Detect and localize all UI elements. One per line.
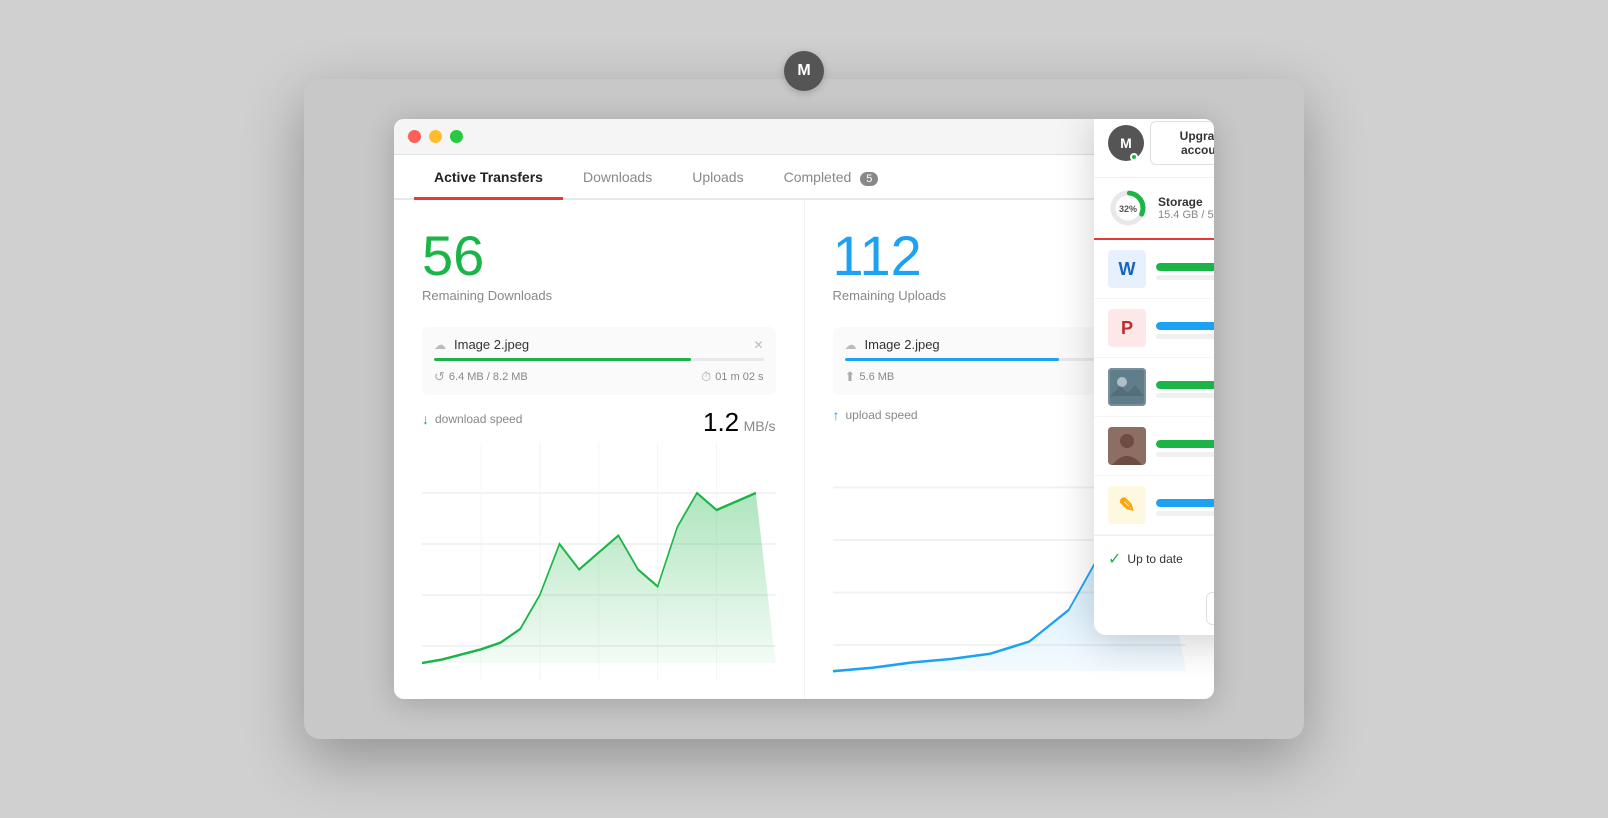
storage-item: 32% Storage 15.4 GB / 50 GB [1108, 188, 1214, 228]
mini-header: M Upgrade account 📁 ↑ ↓ ⋮ [1094, 119, 1214, 178]
minimize-window-button[interactable] [429, 130, 442, 143]
download-file-name: Image 2.jpeg [454, 337, 529, 352]
download-speed-section: ↓ download speed 1.2 MB/s [422, 407, 776, 680]
file-item-header: ☁ Image 2.jpeg ✕ [434, 337, 764, 352]
upload-progress-fill [845, 358, 1059, 361]
up-to-date-status: ✓ Up to date [1108, 549, 1214, 569]
file-info [1156, 495, 1214, 516]
check-icon: ✓ [1108, 549, 1121, 569]
list-item: ↓ [1094, 417, 1214, 476]
file-bar-4 [1156, 334, 1214, 339]
file-bar-6 [1156, 393, 1214, 398]
file-bar-7 [1156, 440, 1214, 448]
file-info [1156, 436, 1214, 457]
storage-info: Storage 15.4 GB / 50 GB [1158, 195, 1214, 221]
upload-speed-label: ↑ upload speed [833, 407, 918, 423]
file-bar-10 [1156, 511, 1214, 516]
remaining-downloads-number: 56 [422, 228, 776, 284]
word-thumb: W [1108, 250, 1146, 288]
tab-completed[interactable]: Completed 5 [764, 155, 899, 200]
file-info [1156, 318, 1214, 339]
file-type-icon: ☁ [434, 338, 446, 352]
laptop-screen: Active Transfers Downloads Uploads Compl… [304, 79, 1304, 739]
app-window: Active Transfers Downloads Uploads Compl… [394, 119, 1214, 699]
file-bar-1 [1156, 263, 1214, 271]
list-item: ✎ ↑ [1094, 476, 1214, 535]
img1-thumb [1108, 368, 1146, 406]
img2-thumb [1108, 427, 1146, 465]
mini-panel: M Upgrade account 📁 ↑ ↓ ⋮ [1094, 119, 1214, 635]
speed-header: ↓ download speed 1.2 MB/s [422, 407, 776, 438]
upload-file-size: ⬆ 5.6 MB [845, 369, 895, 385]
maximize-window-button[interactable] [450, 130, 463, 143]
download-progress-bar [434, 358, 764, 361]
close-file-button[interactable]: ✕ [753, 338, 763, 352]
tab-bar: Active Transfers Downloads Uploads Compl… [394, 155, 1214, 200]
download-progress-fill [434, 358, 691, 361]
download-speed-value: 1.2 MB/s [703, 407, 776, 438]
file-bar-3 [1156, 322, 1214, 330]
avatar: M [1108, 125, 1144, 161]
file-info [1156, 377, 1214, 398]
upgrade-button[interactable]: Upgrade account [1150, 121, 1214, 165]
file-list: W ↓ 00: P [1094, 240, 1214, 535]
laptop-shell: M Active Transfers Downloads Uploads [304, 79, 1304, 739]
remaining-downloads-label: Remaining Downloads [422, 288, 776, 303]
download-panel: 56 Remaining Downloads ☁ Image 2.jpeg ✕ [394, 200, 805, 699]
close-mini-panel: Close [1094, 582, 1214, 635]
file-meta: ↺ 6.4 MB / 8.2 MB ⏱ 01 m 02 s [434, 369, 764, 385]
upload-file-name-row: ☁ Image 2.jpeg [845, 337, 940, 352]
download-speed-label: ↓ download speed [422, 411, 522, 427]
close-button[interactable]: Close [1206, 592, 1214, 625]
upload-file-name: Image 2.jpeg [865, 337, 940, 352]
tab-uploads[interactable]: Uploads [672, 155, 763, 200]
download-chart [422, 442, 776, 680]
storage-donut: 32% [1108, 188, 1148, 228]
storage-row: 32% Storage 15.4 GB / 50 GB [1094, 178, 1214, 240]
list-item: W ↓ 00: [1094, 240, 1214, 299]
tab-downloads[interactable]: Downloads [563, 155, 672, 200]
file-time: ⏱ 01 m 02 s [701, 369, 763, 385]
file-name-row: ☁ Image 2.jpeg [434, 337, 529, 352]
main-content: 56 Remaining Downloads ☁ Image 2.jpeg ✕ [394, 200, 1214, 699]
file-bar-8 [1156, 452, 1214, 457]
online-dot [1130, 153, 1138, 161]
top-logo: M [784, 51, 824, 91]
file-bar-9 [1156, 499, 1214, 507]
pdf-thumb: P [1108, 309, 1146, 347]
file-size: ↺ 6.4 MB / 8.2 MB [434, 369, 528, 385]
upload-file-type-icon: ☁ [845, 338, 857, 352]
file-bar-5 [1156, 381, 1214, 389]
close-window-button[interactable] [408, 130, 421, 143]
mini-footer: ✓ Up to date ⟳ ↑ 5/12 ↓ 6/21 ⏸ [1094, 535, 1214, 582]
file-info [1156, 259, 1214, 280]
file-bar-2 [1156, 275, 1214, 280]
title-bar [394, 119, 1214, 155]
completed-badge: 5 [860, 172, 878, 186]
yellow-thumb: ✎ [1108, 486, 1146, 524]
list-item: P ↑ 00: [1094, 299, 1214, 358]
download-file-item: ☁ Image 2.jpeg ✕ ↺ 6.4 MB / 8.2 MB [422, 327, 776, 395]
svg-text:32%: 32% [1119, 204, 1137, 214]
tab-active-transfers[interactable]: Active Transfers [414, 155, 563, 200]
list-item: ↓ [1094, 358, 1214, 417]
